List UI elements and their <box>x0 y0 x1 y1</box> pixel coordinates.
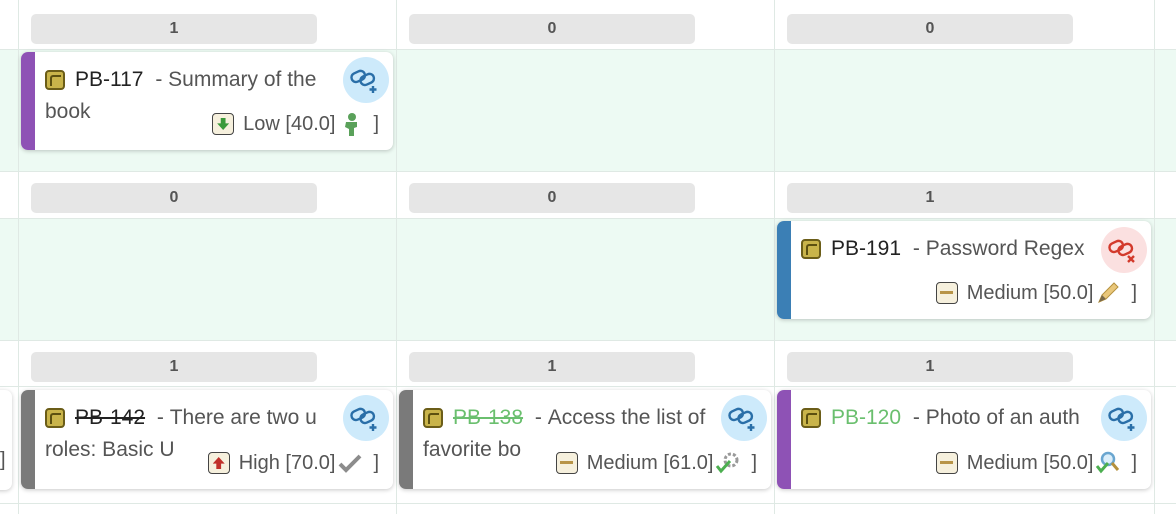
card-status-stripe <box>21 52 35 150</box>
card-status-stripe <box>777 390 791 489</box>
issue-key-link[interactable]: PB-117 <box>75 68 144 92</box>
row-divider <box>0 386 1176 387</box>
story-icon <box>423 408 443 428</box>
column-count-badge: 1 <box>31 14 317 44</box>
row-divider <box>0 171 1176 172</box>
card-meta-bracket: ] <box>373 451 379 474</box>
issue-card[interactable]: PB-138 - Access the list of favorite bo … <box>399 390 771 489</box>
row-divider <box>0 503 1176 504</box>
priority-medium-icon <box>555 452 578 474</box>
issue-summary-continued: roles: Basic U <box>45 438 175 461</box>
person-icon <box>345 113 358 136</box>
issue-summary: Photo of an auth <box>925 406 1080 429</box>
card-status-stripe <box>399 390 413 489</box>
link-add-icon[interactable] <box>721 395 767 441</box>
issue-summary: Access the list of <box>547 406 706 429</box>
magnifier-check-icon <box>1096 451 1120 474</box>
issue-card-partial[interactable] <box>0 390 12 490</box>
column-count-badge: 0 <box>787 14 1073 44</box>
priority-high-icon <box>207 452 230 474</box>
gear-check-icon <box>716 452 739 474</box>
column-count-badge: 1 <box>409 352 695 382</box>
issue-card[interactable]: PB-191 - Password Regex Medium [50.0] ] <box>777 221 1151 319</box>
card-meta-bracket: ] <box>0 449 6 471</box>
column-count-badge: 1 <box>31 352 317 382</box>
issue-key-link[interactable]: PB-142 <box>75 406 145 430</box>
column-count-badge: 0 <box>409 14 695 44</box>
issue-summary: Password Regex <box>925 237 1085 260</box>
issue-key-link[interactable]: PB-191 <box>831 237 901 261</box>
card-status-stripe <box>21 390 35 489</box>
issue-separator: - <box>907 237 926 260</box>
issue-key-link[interactable]: PB-138 <box>453 406 523 430</box>
priority-label: Medium [61.0] <box>586 451 714 474</box>
column-count-badge: 1 <box>787 352 1073 382</box>
issue-key-link[interactable]: PB-120 <box>831 406 901 430</box>
issue-summary: There are two u <box>169 406 317 429</box>
story-icon <box>45 70 65 90</box>
priority-medium-icon <box>935 452 958 474</box>
priority-medium-icon <box>935 282 958 304</box>
column-count-badge: 1 <box>787 183 1073 213</box>
issue-card[interactable]: PB-142 - There are two u roles: Basic U … <box>21 390 393 489</box>
column-count-badge: 0 <box>409 183 695 213</box>
column-count-badge: 0 <box>31 183 317 213</box>
column-divider <box>774 0 775 514</box>
priority-label: High [70.0] <box>238 451 336 474</box>
issue-separator: - <box>149 68 169 91</box>
issue-summary: Summary of the <box>168 68 317 91</box>
link-add-icon[interactable] <box>343 57 389 103</box>
story-icon <box>801 408 821 428</box>
issue-separator: - <box>151 406 170 429</box>
card-status-stripe <box>777 221 791 319</box>
link-remove-icon[interactable] <box>1101 227 1147 273</box>
row-divider <box>0 218 1176 219</box>
column-divider <box>396 0 397 514</box>
card-meta-bracket: ] <box>751 451 757 474</box>
issue-card[interactable]: PB-117 - Summary of the book Low [40.0] … <box>21 52 393 150</box>
row-divider <box>0 49 1176 50</box>
priority-label: Medium [50.0] <box>966 281 1094 304</box>
link-add-icon[interactable] <box>343 395 389 441</box>
priority-low-icon <box>212 113 235 135</box>
row-divider <box>0 340 1176 341</box>
priority-label: Low [40.0] <box>243 112 336 135</box>
column-divider <box>18 0 19 514</box>
pencil-icon <box>1098 282 1120 303</box>
story-icon <box>45 408 65 428</box>
story-icon <box>801 239 821 259</box>
issue-card[interactable]: PB-120 - Photo of an auth Medium [50.0] … <box>777 390 1151 489</box>
issue-separator: - <box>529 406 548 429</box>
card-meta-bracket: ] <box>373 112 379 135</box>
priority-label: Medium [50.0] <box>966 451 1094 474</box>
card-meta-bracket: ] <box>1131 451 1137 474</box>
column-divider <box>1154 0 1155 514</box>
issue-summary-continued: favorite bo <box>423 438 522 461</box>
issue-separator: - <box>907 406 926 429</box>
card-meta-bracket: ] <box>1131 281 1137 304</box>
link-add-icon[interactable] <box>1101 395 1147 441</box>
check-icon <box>339 454 362 473</box>
